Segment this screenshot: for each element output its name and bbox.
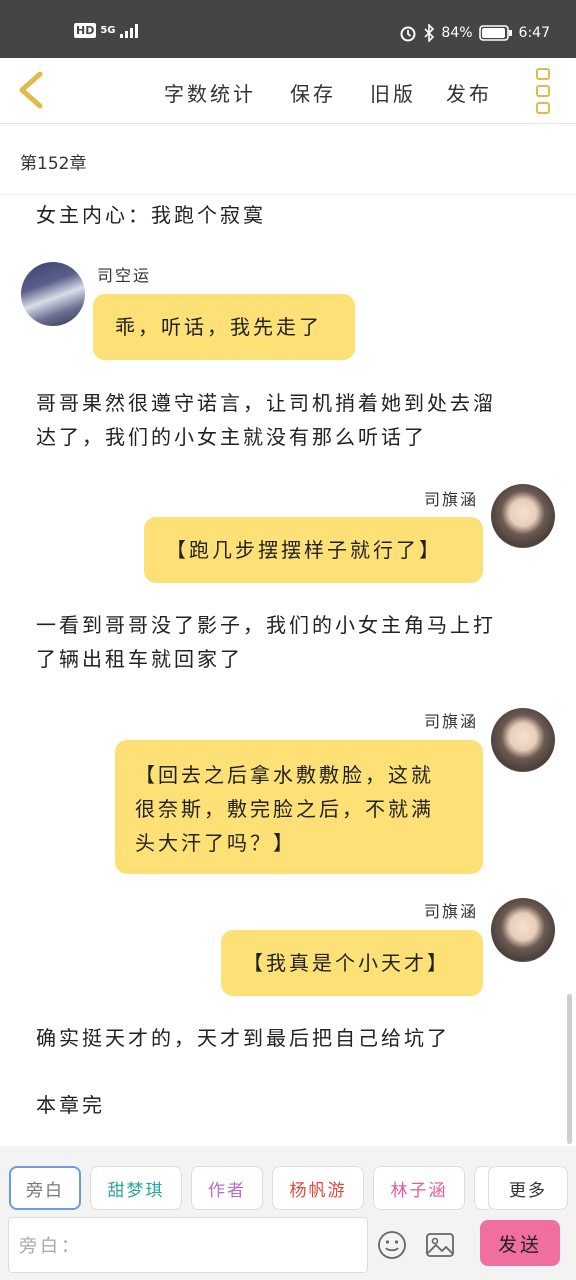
chapter-header: 第152章 [0,125,576,195]
role-partial[interactable] [474,1166,488,1210]
story-content: 女主内心：我跑个寂寞 司空运 乖，听话，我先走了 哥哥果然很遵守诺言，让司机捎着… [0,196,576,1146]
hd-badge: HD [74,22,97,38]
narration-line: 哥哥果然很遵守诺言，让司机捎着她到处去溜 [36,391,496,415]
network-type: 5G [100,24,116,36]
alarm-icon [400,26,416,42]
speaker-name: 司旗涵 [424,712,479,731]
bubble-line: 【回去之后拿水敷敷脸，这就 [135,763,434,787]
scrollbar[interactable] [567,994,572,1144]
input-bar: 旁白： 发送 [0,1216,576,1280]
bubble-line: 头大汗了吗？】 [135,831,296,855]
narration-1[interactable]: 女主内心：我跑个寂寞 [36,198,266,232]
avatar-sikongyun[interactable] [21,262,85,326]
clock: 6:47 [518,25,550,41]
role-author[interactable]: 作者 [191,1166,263,1210]
speaker-name: 司空运 [97,266,152,285]
more-roles-button[interactable]: 更多 [488,1166,568,1210]
chapter-end[interactable]: 本章完 [36,1088,105,1122]
avatar-siqihan[interactable] [491,484,555,548]
publish-button[interactable]: 发布 [446,78,492,107]
avatar-siqihan[interactable] [491,898,555,962]
narration-line: 了辆出租车就回家了 [36,647,243,671]
bubble-line: 很奈斯，敷完脸之后，不就满 [135,797,434,821]
speaker-name: 司旗涵 [424,490,479,509]
chapter-title[interactable]: 第152章 [20,149,86,174]
role-linzihan[interactable]: 林子涵 [373,1166,465,1210]
signal-icon [119,22,138,38]
role-selector: 旁白 甜梦琪 作者 杨帆游 林子涵 更多 [0,1146,576,1216]
speaker-name: 司旗涵 [424,902,479,921]
send-button[interactable]: 发送 [480,1220,560,1266]
image-icon[interactable] [425,1230,455,1260]
message-bubble[interactable]: 【跑几步摆摆样子就行了】 [144,517,483,583]
role-narrator[interactable]: 旁白 [9,1166,81,1210]
more-menu-icon[interactable] [536,68,552,114]
avatar-siqihan[interactable] [491,708,555,772]
status-bar: HD 5G 84% 6:47 [0,0,576,58]
old-version-button[interactable]: 旧版 [370,78,416,107]
emoji-icon[interactable] [377,1230,407,1260]
word-count-button[interactable]: 字数统计 [164,78,256,107]
editor-toolbar: 字数统计 保存 旧版 发布 [0,58,576,124]
message-bubble[interactable]: 乖，听话，我先走了 [93,294,355,360]
save-button[interactable]: 保存 [290,78,336,107]
narration-line: 一看到哥哥没了影子，我们的小女主角马上打 [36,613,496,637]
message-bubble[interactable]: 【我真是个小天才】 [221,930,483,996]
battery-percent: 84% [441,25,473,41]
role-yangfanyou[interactable]: 杨帆游 [272,1166,364,1210]
role-tianmengqi[interactable]: 甜梦琪 [90,1166,182,1210]
narration-line: 达了，我们的小女主就没有那么听话了 [36,425,427,449]
narration-4[interactable]: 确实挺天才的，天才到最后把自己给坑了 [36,1021,450,1055]
battery-icon [478,25,512,41]
message-input[interactable]: 旁白： [8,1217,368,1273]
narration-3[interactable]: 一看到哥哥没了影子，我们的小女主角马上打 了辆出租车就回家了 [36,608,496,676]
message-bubble[interactable]: 【回去之后拿水敷敷脸，这就 很奈斯，敷完脸之后，不就满 头大汗了吗？】 [115,740,483,874]
narration-2[interactable]: 哥哥果然很遵守诺言，让司机捎着她到处去溜 达了，我们的小女主就没有那么听话了 [36,386,496,454]
bluetooth-icon [424,24,435,42]
back-chevron-icon[interactable] [16,70,46,110]
